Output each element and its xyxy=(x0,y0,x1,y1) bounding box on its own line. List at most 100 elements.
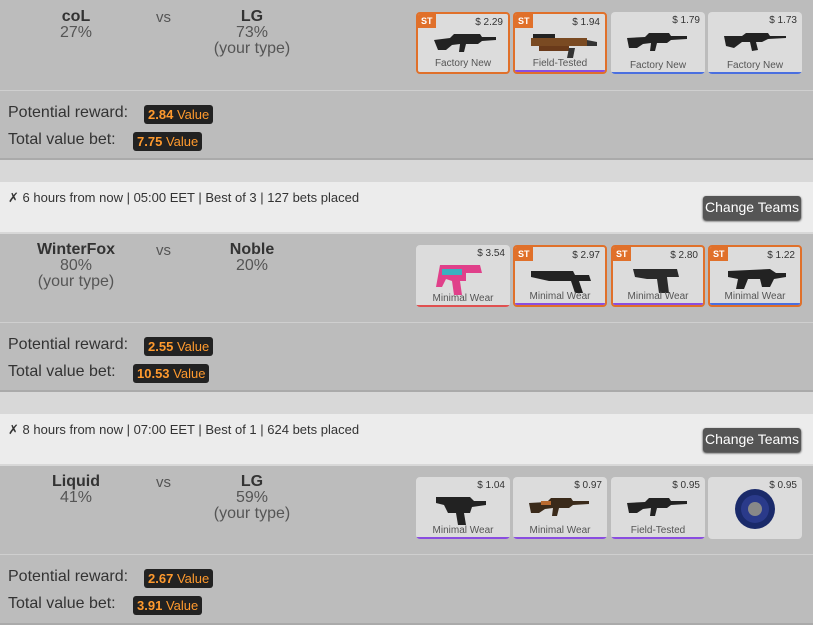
item-price: $ 1.79 xyxy=(672,15,700,26)
change-teams-button[interactable]: Change Teams xyxy=(703,196,801,220)
total-value-bet-label: Total value bet: xyxy=(8,363,116,380)
team-percent: 41% xyxy=(59,489,93,506)
item-price: $ 1.22 xyxy=(767,250,795,261)
item-slot[interactable]: ST $ 2.97 Minimal Wear xyxy=(513,245,607,307)
pistol-icon xyxy=(531,271,591,293)
total-value-bet-value: 7.75 Value xyxy=(133,132,203,151)
item-price: $ 0.95 xyxy=(769,480,797,491)
item-wear: Factory New xyxy=(629,60,687,71)
team2[interactable]: LG 59% (your type) xyxy=(200,474,304,522)
team-percent: 73% xyxy=(235,24,269,41)
item-slot[interactable]: $ 0.97 Minimal Wear xyxy=(513,477,607,539)
rarity-bar xyxy=(513,537,607,539)
item-wear: Minimal Wear xyxy=(432,525,494,536)
divider xyxy=(0,322,813,323)
item-slot[interactable]: $ 0.95 xyxy=(708,477,802,539)
potential-reward-value: 2.67 Value xyxy=(144,569,214,588)
item-wear: Minimal Wear xyxy=(724,291,786,302)
close-icon[interactable]: ✗ xyxy=(8,190,19,205)
team1[interactable]: WinterFox 80% (your type) xyxy=(30,242,122,290)
team-percent: 80% xyxy=(59,257,93,274)
item-price: $ 1.94 xyxy=(572,17,600,28)
match-card-1: coL 27% vs LG 73% (your type) ST $ 2.29 Fa… xyxy=(0,0,813,160)
item-price: $ 1.04 xyxy=(477,480,505,491)
vs-label: vs xyxy=(156,9,171,26)
item-wear: Minimal Wear xyxy=(529,291,591,302)
item-slot[interactable]: ST $ 2.80 Minimal Wear xyxy=(611,245,705,307)
sticker-icon xyxy=(735,489,775,529)
item-wear: Factory New xyxy=(726,60,784,71)
item-slot[interactable]: ST $ 1.94 Field-Tested xyxy=(513,12,607,74)
rarity-bar xyxy=(613,303,703,305)
team1[interactable]: coL 27% xyxy=(40,9,112,41)
item-slot[interactable]: $ 1.04 Minimal Wear xyxy=(416,477,510,539)
potential-reward-value: 2.84 Value xyxy=(144,105,214,124)
team2[interactable]: LG 73% (your type) xyxy=(200,9,304,57)
team1[interactable]: Liquid 41% xyxy=(40,474,112,506)
team-percent: 27% xyxy=(59,24,93,41)
potential-reward-label: Potential reward: xyxy=(8,568,129,585)
vs-label: vs xyxy=(156,474,171,491)
team-percent: 59% xyxy=(235,489,269,506)
item-price: $ 2.80 xyxy=(670,250,698,261)
item-price: $ 0.97 xyxy=(574,480,602,491)
item-price: $ 2.97 xyxy=(572,250,600,261)
close-icon[interactable]: ✗ xyxy=(8,422,19,437)
team2[interactable]: Noble 20% xyxy=(216,242,288,274)
rarity-bar xyxy=(611,72,705,74)
rarity-bar xyxy=(515,303,605,305)
item-price: $ 0.95 xyxy=(672,480,700,491)
potential-reward-label: Potential reward: xyxy=(8,336,129,353)
item-slot[interactable]: ST $ 1.22 Minimal Wear xyxy=(708,245,802,307)
pistol-icon xyxy=(633,269,679,293)
item-slot[interactable]: $ 1.79 Factory New xyxy=(611,12,705,74)
team-name: LG xyxy=(240,8,264,25)
rarity-bar xyxy=(416,305,510,307)
potential-reward-value: 2.55 Value xyxy=(144,337,214,356)
stattrak-badge: ST xyxy=(710,247,728,261)
rifle-icon xyxy=(627,498,687,516)
item-wear: Factory New xyxy=(434,58,492,69)
team-name: Liquid xyxy=(52,473,100,490)
rifle-icon xyxy=(434,34,496,52)
match-card-2: WinterFox 80% (your type) vs Noble 20% $… xyxy=(0,234,813,392)
item-price: $ 3.54 xyxy=(477,248,505,259)
match-info: ✗ 8 hours from now | 07:00 EET | Best of… xyxy=(8,422,360,437)
team-percent: 20% xyxy=(235,257,269,274)
item-price: $ 2.29 xyxy=(475,17,503,28)
item-slot[interactable]: ST $ 2.29 Factory New xyxy=(416,12,510,74)
rifle-icon xyxy=(724,33,786,51)
item-wear: Minimal Wear xyxy=(529,525,591,536)
stattrak-badge: ST xyxy=(613,247,631,261)
total-value-bet-value: 3.91 Value xyxy=(133,596,203,615)
vs-label: vs xyxy=(156,242,171,259)
stattrak-badge: ST xyxy=(418,14,436,28)
team-name: Noble xyxy=(229,241,275,258)
smg-icon xyxy=(728,269,786,289)
total-value-bet-label: Total value bet: xyxy=(8,131,116,148)
item-wear: Minimal Wear xyxy=(432,293,494,304)
change-teams-button[interactable]: Change Teams xyxy=(703,428,801,452)
divider xyxy=(0,554,813,555)
your-type-label: (your type) xyxy=(213,40,291,57)
team-name: WinterFox xyxy=(36,241,116,258)
match-card-3: Liquid 41% vs LG 59% (your type) $ 1.04 M… xyxy=(0,466,813,625)
team-name: coL xyxy=(61,8,91,25)
total-value-bet-label: Total value bet: xyxy=(8,595,116,612)
your-type-label: (your type) xyxy=(37,273,115,290)
rarity-bar xyxy=(611,537,705,539)
rarity-bar xyxy=(515,70,605,72)
potential-reward-label: Potential reward: xyxy=(8,104,129,121)
item-slot[interactable]: $ 0.95 Field-Tested xyxy=(611,477,705,539)
rarity-bar xyxy=(710,303,800,305)
item-wear: Field-Tested xyxy=(630,525,686,536)
rifle-icon xyxy=(529,498,589,516)
match-info: ✗ 6 hours from now | 05:00 EET | Best of… xyxy=(8,190,360,205)
smg-icon xyxy=(531,34,597,58)
stattrak-badge: ST xyxy=(515,14,533,28)
item-slot[interactable]: $ 3.54 Minimal Wear xyxy=(416,245,510,307)
item-wear: Minimal Wear xyxy=(627,291,689,302)
divider xyxy=(0,90,813,91)
stattrak-badge: ST xyxy=(515,247,533,261)
item-slot[interactable]: $ 1.73 Factory New xyxy=(708,12,802,74)
